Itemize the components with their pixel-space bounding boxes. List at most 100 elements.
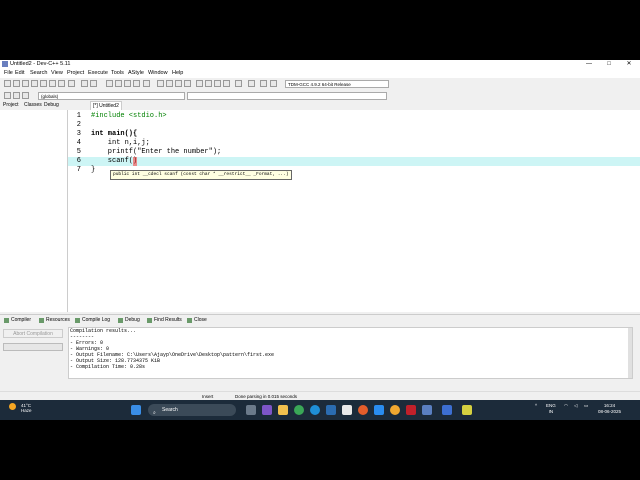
- store-icon[interactable]: [342, 405, 352, 415]
- menu-project[interactable]: Project: [67, 70, 84, 76]
- tab-close[interactable]: Close: [194, 317, 207, 323]
- find-next-icon[interactable]: [124, 80, 131, 87]
- compile-icon[interactable]: [196, 80, 203, 87]
- minimize-button[interactable]: —: [582, 60, 596, 69]
- start-icon[interactable]: [131, 405, 141, 415]
- app-taskbar-icon[interactable]: [442, 405, 452, 415]
- weather-icon[interactable]: [9, 403, 16, 410]
- code-editor[interactable]: 1 #include <stdio.h> 2 3 int main(){ 4 i…: [68, 110, 640, 312]
- tab-find-results[interactable]: Find Results: [154, 317, 182, 323]
- menu-help[interactable]: Help: [172, 70, 183, 76]
- battery-icon[interactable]: ▭: [584, 403, 588, 409]
- new-file-icon[interactable]: [4, 80, 11, 87]
- tab-debug[interactable]: Debug: [125, 317, 140, 323]
- devcpp-taskbar-icon[interactable]: [422, 405, 432, 415]
- chrome-icon[interactable]: [294, 405, 304, 415]
- tab-project[interactable]: Project: [3, 102, 19, 108]
- undo-icon[interactable]: [81, 80, 88, 87]
- save-icon[interactable]: [22, 80, 29, 87]
- stop-icon[interactable]: [248, 80, 255, 87]
- open-icon[interactable]: [13, 80, 20, 87]
- uncomment-icon[interactable]: [184, 80, 191, 87]
- mcafee-icon[interactable]: [406, 405, 416, 415]
- bookmark-icon[interactable]: [22, 92, 29, 99]
- notes-taskbar-icon[interactable]: [462, 405, 472, 415]
- unindent-icon[interactable]: [166, 80, 173, 87]
- print-preview-icon[interactable]: [68, 80, 75, 87]
- compiler-icon: [4, 318, 9, 323]
- run-icon[interactable]: [205, 80, 212, 87]
- close-tab-icon: [187, 318, 192, 323]
- menu-window[interactable]: Window: [148, 70, 168, 76]
- debug-icon[interactable]: [260, 80, 267, 87]
- task-view-icon[interactable]: [246, 405, 256, 415]
- compile-log-output[interactable]: Compilation results... -------- - Errors…: [68, 327, 633, 379]
- edge-icon[interactable]: [310, 405, 320, 415]
- code-line-6: 6 scanf(): [68, 157, 640, 166]
- menu-edit[interactable]: Edit: [15, 70, 24, 76]
- log-scrollbar[interactable]: [628, 328, 632, 378]
- volume-icon[interactable]: ◁: [574, 403, 577, 409]
- secondary-toolbar: (globals): [0, 90, 640, 101]
- compile-log-pane: Abort Compilation Compilation results...…: [0, 325, 640, 381]
- compile-run-icon[interactable]: [214, 80, 221, 87]
- wifi-icon[interactable]: ◠: [564, 403, 568, 409]
- menu-view[interactable]: View: [51, 70, 63, 76]
- profile-icon[interactable]: [270, 80, 277, 87]
- lang-region: IN: [548, 409, 554, 414]
- compile-progress-bar: [3, 343, 63, 351]
- abort-compilation-button[interactable]: Abort Compilation: [3, 329, 63, 338]
- project-browser[interactable]: [0, 110, 68, 312]
- settings-app-icon[interactable]: [374, 405, 384, 415]
- tray-overflow-icon[interactable]: ^: [535, 403, 537, 409]
- toggle-comment-icon[interactable]: [175, 80, 182, 87]
- left-panel-tabs: Project Classes Debug: [0, 101, 68, 110]
- globals-select[interactable]: (globals): [38, 92, 185, 100]
- menu-bar: File Edit Search View Project Execute To…: [0, 69, 640, 78]
- vlc-icon[interactable]: [390, 405, 400, 415]
- find-icon[interactable]: [106, 80, 113, 87]
- tab-icon[interactable]: [143, 80, 150, 87]
- rebuild-icon[interactable]: [223, 80, 230, 87]
- print-icon[interactable]: [58, 80, 65, 87]
- taskbar-search[interactable]: ⌕ Search: [148, 404, 236, 416]
- tab-compile-log[interactable]: Compile Log: [82, 317, 110, 323]
- redo-icon[interactable]: [90, 80, 97, 87]
- insert-icon[interactable]: [13, 92, 20, 99]
- menu-file[interactable]: File: [4, 70, 13, 76]
- save-all-icon[interactable]: [31, 80, 38, 87]
- language-indicator[interactable]: ENG IN: [546, 403, 556, 415]
- goto-icon[interactable]: [133, 80, 140, 87]
- file-explorer-icon[interactable]: [278, 405, 288, 415]
- close-file-icon[interactable]: [40, 80, 47, 87]
- find-results-icon: [147, 318, 152, 323]
- compile-log-icon: [75, 318, 80, 323]
- editor-tab[interactable]: [*] Untitled2: [90, 101, 122, 110]
- new-class-icon[interactable]: [4, 92, 11, 99]
- app-icon: [2, 61, 8, 67]
- menu-astyle[interactable]: AStyle: [128, 70, 144, 76]
- indent-icon[interactable]: [157, 80, 164, 87]
- maximize-button[interactable]: □: [602, 60, 616, 69]
- menu-search[interactable]: Search: [30, 70, 47, 76]
- copilot-icon[interactable]: [262, 405, 272, 415]
- clock-date: 08-06-2025: [598, 409, 622, 414]
- tab-compiler[interactable]: Compiler: [11, 317, 31, 323]
- vscode-icon[interactable]: [326, 405, 336, 415]
- tab-resources[interactable]: Resources: [46, 317, 70, 323]
- replace-icon[interactable]: [115, 80, 122, 87]
- code-line-4: 4 int n,i,j;: [76, 139, 150, 147]
- menu-tools[interactable]: Tools: [111, 70, 124, 76]
- windows-taskbar: 41°C Haze ⌕ Search ^ ENG IN ◠ ◁ ▭ 16:24: [0, 400, 640, 420]
- close-all-icon[interactable]: [49, 80, 56, 87]
- compiler-select[interactable]: TDM-GCC 4.9.2 64-bit Release: [285, 80, 389, 88]
- menu-execute[interactable]: Execute: [88, 70, 108, 76]
- members-select[interactable]: [187, 92, 387, 100]
- clock[interactable]: 16:24 08-06-2025: [598, 403, 621, 415]
- firefox-icon[interactable]: [358, 405, 368, 415]
- close-window-button[interactable]: ✕: [622, 60, 636, 69]
- weather-widget[interactable]: 41°C Haze: [21, 403, 32, 413]
- tab-debug-left[interactable]: Debug: [44, 102, 59, 108]
- check-icon[interactable]: [235, 80, 242, 87]
- tab-classes[interactable]: Classes: [24, 102, 42, 108]
